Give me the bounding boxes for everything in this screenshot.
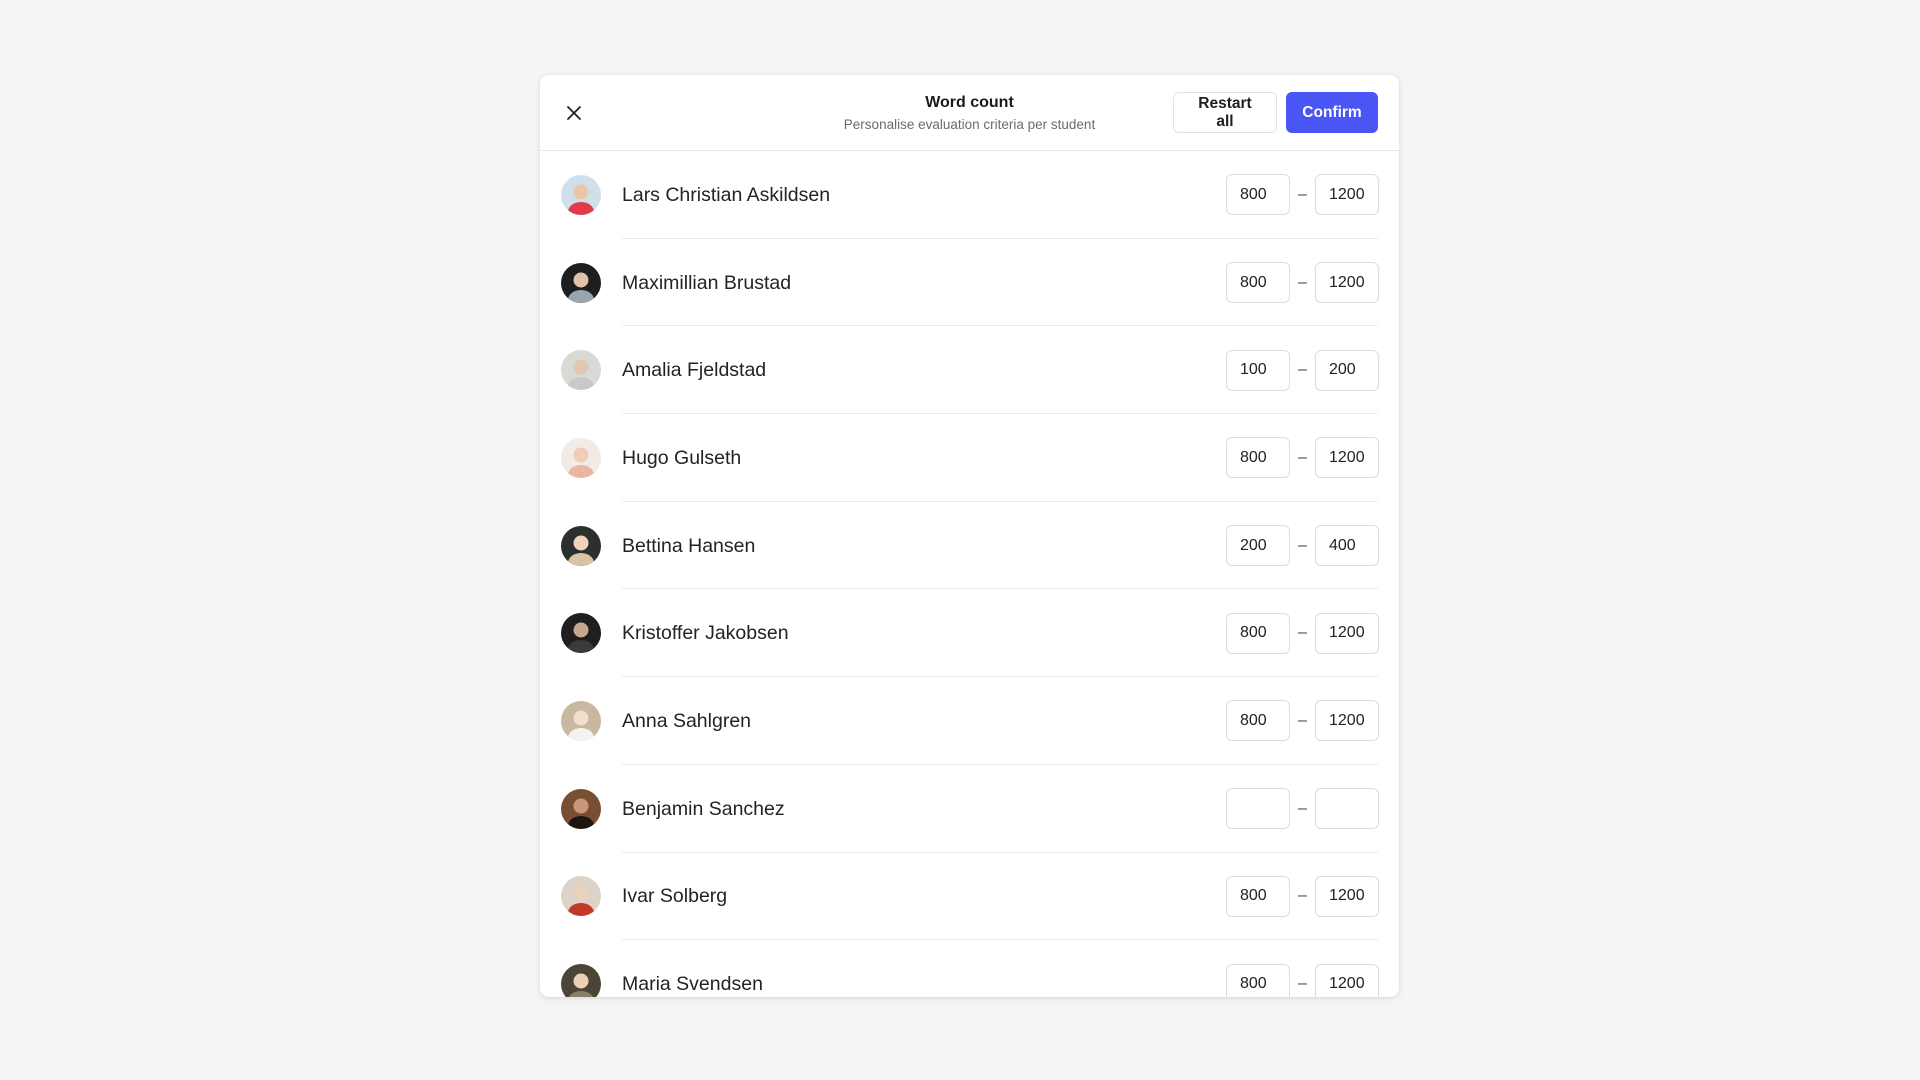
student-name: Hugo Gulseth (622, 446, 742, 469)
student-name: Kristoffer Jakobsen (622, 622, 789, 645)
student-row: Anna Sahlgren – (540, 677, 1399, 765)
max-words-input[interactable] (1315, 788, 1379, 830)
student-name: Maria Svendsen (622, 973, 763, 996)
student-avatar (561, 437, 601, 478)
close-button[interactable] (562, 101, 586, 125)
range-separator: – (1298, 448, 1307, 466)
max-words-input[interactable] (1315, 174, 1379, 216)
student-avatar (561, 613, 601, 654)
student-name: Benjamin Sanchez (622, 797, 785, 820)
student-row: Bettina Hansen – (540, 502, 1399, 590)
student-row: Lars Christian Askildsen – (540, 151, 1399, 239)
restart-all-button[interactable]: Restart all (1173, 92, 1277, 133)
student-avatar (561, 525, 601, 566)
header-actions: Restart all Confirm (1173, 92, 1378, 133)
student-avatar (561, 350, 601, 391)
avatar-photo-icon (561, 174, 601, 215)
range-separator: – (1298, 799, 1307, 817)
min-words-input[interactable] (1226, 700, 1290, 742)
avatar-photo-icon (561, 964, 601, 997)
max-words-input[interactable] (1315, 612, 1379, 654)
max-words-input[interactable] (1315, 875, 1379, 917)
avatar-photo-icon (561, 437, 601, 478)
word-range: – (1226, 788, 1379, 830)
min-words-input[interactable] (1226, 174, 1290, 216)
avatar-photo-icon (561, 788, 601, 829)
student-avatar (561, 964, 601, 997)
avatar-photo-icon (561, 525, 601, 566)
word-range: – (1226, 963, 1379, 997)
student-name: Maximillian Brustad (622, 271, 792, 294)
min-words-input[interactable] (1226, 875, 1290, 917)
student-name: Ivar Solberg (622, 885, 728, 908)
min-words-input[interactable] (1226, 788, 1290, 830)
student-avatar (561, 174, 601, 215)
word-range: – (1226, 875, 1379, 917)
range-separator: – (1298, 185, 1307, 203)
max-words-input[interactable] (1315, 349, 1379, 391)
student-name: Bettina Hansen (622, 534, 756, 557)
student-name: Amalia Fjeldstad (622, 359, 767, 382)
student-row: Maximillian Brustad – (540, 239, 1399, 327)
avatar-photo-icon (561, 700, 601, 741)
min-words-input[interactable] (1226, 963, 1290, 997)
range-separator: – (1298, 711, 1307, 729)
student-row: Benjamin Sanchez – (540, 765, 1399, 853)
range-separator: – (1298, 975, 1307, 993)
min-words-input[interactable] (1226, 612, 1290, 654)
range-separator: – (1298, 273, 1307, 291)
student-name: Anna Sahlgren (622, 709, 752, 732)
student-row: Ivar Solberg – (540, 853, 1399, 941)
max-words-input[interactable] (1315, 437, 1379, 479)
student-row: Maria Svendsen – (540, 940, 1399, 997)
min-words-input[interactable] (1226, 525, 1290, 567)
max-words-input[interactable] (1315, 700, 1379, 742)
student-name: Lars Christian Askildsen (622, 183, 831, 206)
avatar-photo-icon (561, 262, 601, 303)
max-words-input[interactable] (1315, 525, 1379, 567)
close-icon (567, 106, 581, 120)
range-separator: – (1298, 361, 1307, 379)
avatar-photo-icon (561, 876, 601, 917)
max-words-input[interactable] (1315, 262, 1379, 304)
confirm-button[interactable]: Confirm (1286, 92, 1378, 133)
student-list: Lars Christian Askildsen – Maximillian B… (540, 151, 1399, 997)
range-separator: – (1298, 624, 1307, 642)
dialog-header: Word count Personalise evaluation criter… (540, 75, 1399, 151)
word-range: – (1226, 700, 1379, 742)
word-range: – (1226, 262, 1379, 304)
student-row: Amalia Fjeldstad – (540, 326, 1399, 414)
avatar-photo-icon (561, 613, 601, 654)
min-words-input[interactable] (1226, 349, 1290, 391)
student-row: Hugo Gulseth – (540, 414, 1399, 502)
student-avatar (561, 876, 601, 917)
student-avatar (561, 788, 601, 829)
student-avatar (561, 700, 601, 741)
min-words-input[interactable] (1226, 262, 1290, 304)
word-range: – (1226, 349, 1379, 391)
range-separator: – (1298, 887, 1307, 905)
student-avatar (561, 262, 601, 303)
word-count-dialog: Word count Personalise evaluation criter… (540, 75, 1399, 997)
student-row: Kristoffer Jakobsen – (540, 589, 1399, 677)
min-words-input[interactable] (1226, 437, 1290, 479)
word-range: – (1226, 525, 1379, 567)
word-range: – (1226, 174, 1379, 216)
max-words-input[interactable] (1315, 963, 1379, 997)
word-range: – (1226, 612, 1379, 654)
range-separator: – (1298, 536, 1307, 554)
avatar-photo-icon (561, 350, 601, 391)
word-range: – (1226, 437, 1379, 479)
